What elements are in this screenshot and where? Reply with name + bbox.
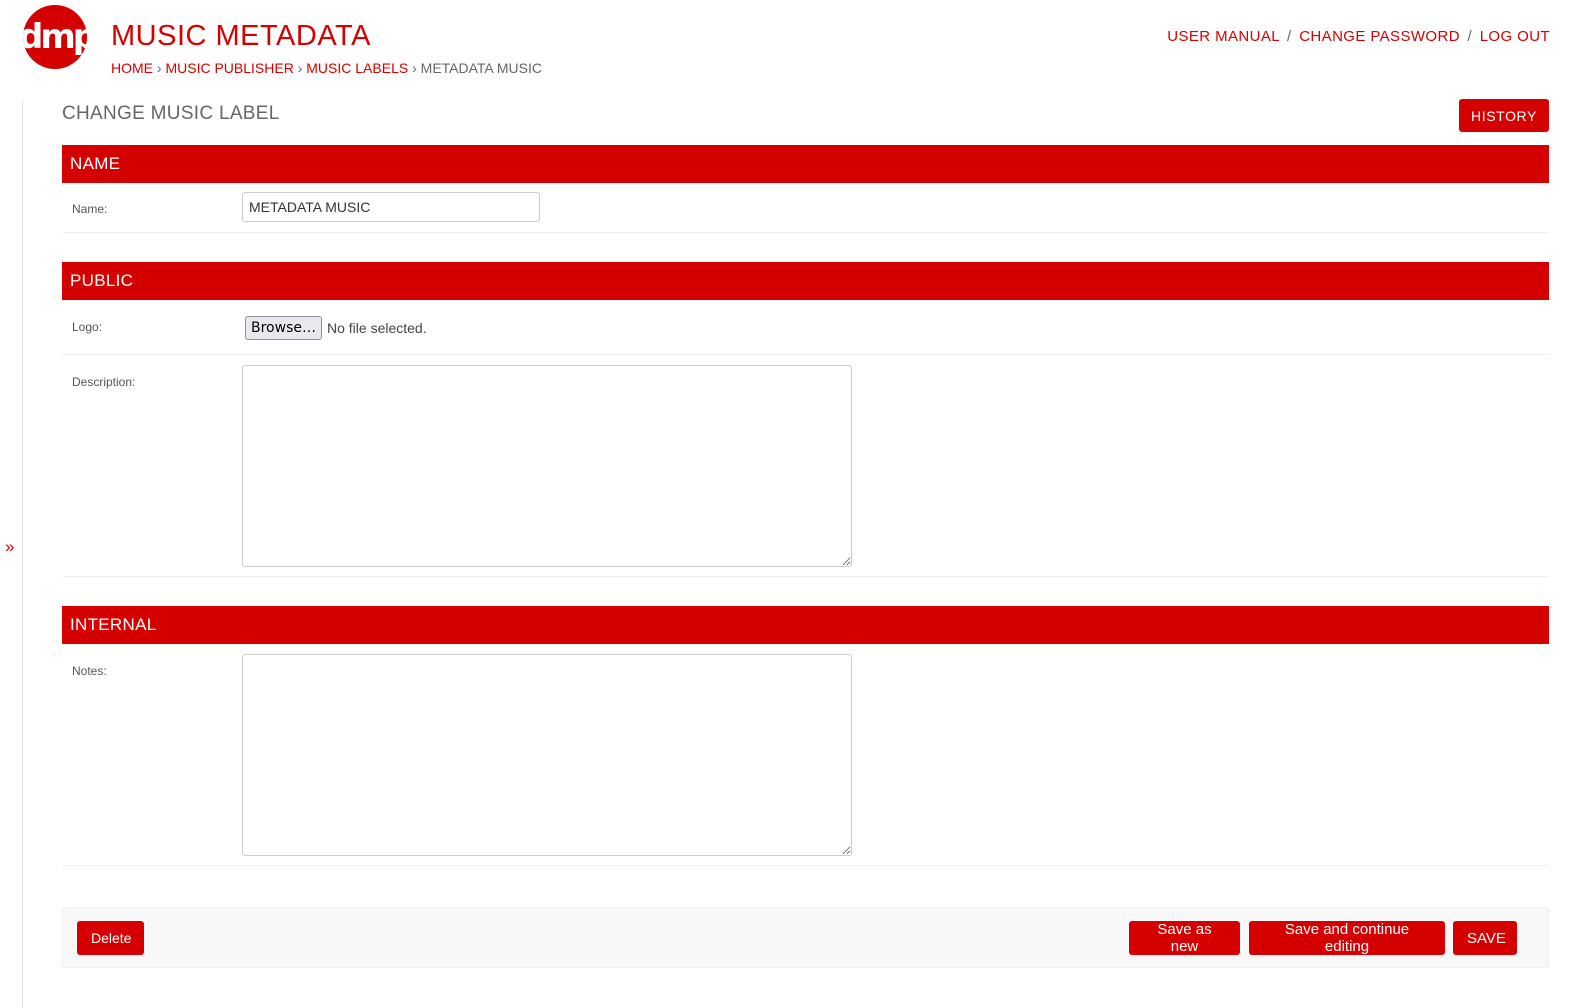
delete-button[interactable]: Delete [77, 921, 144, 955]
logo-browse-button[interactable]: Browse… [245, 316, 322, 340]
dmp-logo[interactable]: dmp [23, 5, 87, 69]
form-row-description: Description: [62, 355, 1549, 577]
header: dmp MUSIC METADATA HOME › MUSIC PUBLISHE… [0, 0, 1590, 90]
breadcrumb-current: METADATA MUSIC [420, 60, 542, 76]
breadcrumb-separator: › [412, 60, 417, 76]
fieldset-public-header: PUBLIC [62, 262, 1549, 300]
nav-sidebar-rail: » [0, 100, 23, 1008]
breadcrumb-music-publisher[interactable]: MUSIC PUBLISHER [165, 60, 293, 76]
page-title: CHANGE MUSIC LABEL [62, 103, 280, 124]
site-title[interactable]: MUSIC METADATA [111, 20, 371, 53]
fieldset-name-header: NAME [62, 145, 1549, 183]
save-button[interactable]: SAVE [1453, 921, 1517, 955]
save-and-continue-button[interactable]: Save and continue editing [1249, 921, 1445, 955]
breadcrumb-separator: › [156, 60, 162, 76]
breadcrumb-music-labels[interactable]: MUSIC LABELS [306, 60, 408, 76]
logo-file-status: No file selected. [327, 320, 427, 336]
description-label: Description: [72, 375, 136, 389]
notes-label: Notes: [72, 664, 107, 678]
submit-row: Delete Save as new Save and continue edi… [62, 907, 1549, 968]
user-tools: USER MANUAL / CHANGE PASSWORD / LOG OUT [1167, 28, 1550, 45]
notes-textarea[interactable] [242, 654, 852, 856]
description-textarea[interactable] [242, 365, 852, 567]
user-tools-separator: / [1467, 28, 1473, 45]
form-row-notes: Notes: [62, 644, 1549, 866]
user-manual-link[interactable]: USER MANUAL [1167, 28, 1279, 45]
name-input[interactable] [242, 192, 540, 222]
breadcrumb-separator: › [297, 60, 303, 76]
breadcrumb: HOME › MUSIC PUBLISHER › MUSIC LABELS › … [111, 60, 542, 76]
logo-label: Logo: [72, 320, 103, 334]
form-row-logo: Logo: Browse… No file selected. [62, 300, 1549, 355]
breadcrumb-home[interactable]: HOME [111, 60, 153, 76]
user-tools-separator: / [1287, 28, 1292, 45]
change-password-link[interactable]: CHANGE PASSWORD [1299, 28, 1460, 45]
form-row-name: Name: [62, 183, 1549, 233]
toggle-nav-sidebar-icon[interactable]: » [5, 537, 14, 557]
log-out-link[interactable]: LOG OUT [1480, 28, 1550, 45]
name-label: Name: [72, 202, 108, 216]
history-button[interactable]: HISTORY [1459, 99, 1549, 132]
save-as-new-button[interactable]: Save as new [1129, 921, 1240, 955]
fieldset-internal-header: INTERNAL [62, 606, 1549, 644]
